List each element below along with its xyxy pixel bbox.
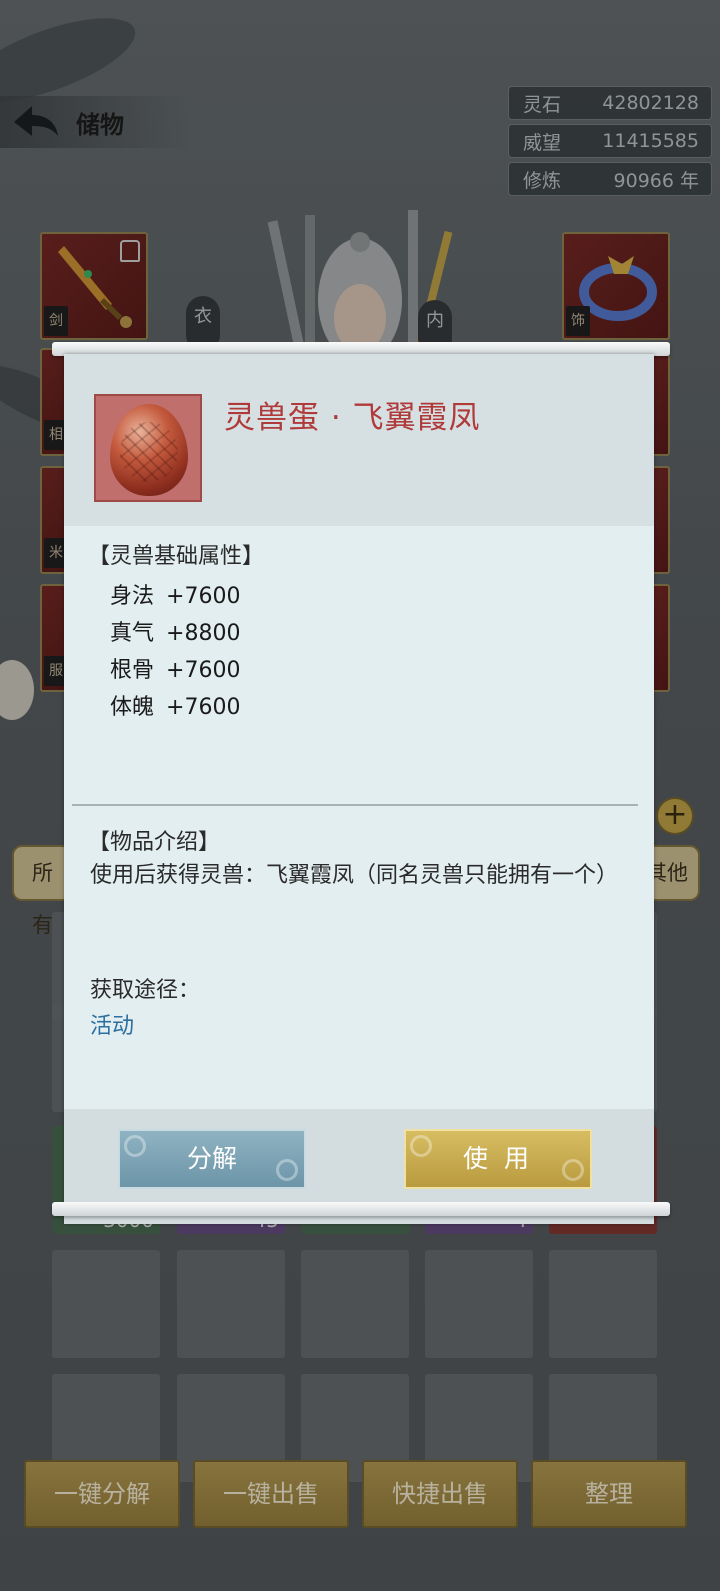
dialog-header: 灵兽蛋 · 飞翼霞凤 — [64, 354, 654, 526]
scroll-rod-bottom — [52, 1202, 670, 1216]
attribute-name: 体魄 — [110, 695, 155, 720]
decompose-button[interactable]: 分解 — [118, 1129, 306, 1189]
intro-section-title: 【物品介绍】 — [88, 830, 221, 855]
attribute-value: +7600 — [166, 584, 241, 609]
cloud-ornament-icon — [562, 1159, 584, 1181]
item-description: 使用后获得灵兽：飞翼霞凤（同名灵兽只能拥有一个） — [90, 863, 619, 888]
item-name: 灵兽蛋 · 飞翼霞凤 — [224, 400, 481, 436]
attribute-value: +7600 — [166, 658, 241, 683]
decompose-button-label: 分解 — [186, 1144, 237, 1173]
attribute-name: 身法 — [110, 584, 155, 609]
cloud-ornament-icon — [276, 1159, 298, 1181]
attribute-row: 身法 +7600 — [110, 578, 240, 610]
cloud-ornament-icon — [124, 1135, 146, 1157]
source-link[interactable]: 活动 — [90, 1008, 134, 1040]
attribute-name: 根骨 — [110, 658, 155, 683]
use-button[interactable]: 使 用 — [404, 1129, 592, 1189]
item-icon-frame — [94, 394, 202, 502]
attribute-row: 体魄 +7600 — [110, 689, 240, 721]
attribute-section-title: 【灵兽基础属性】 — [88, 544, 265, 569]
section-divider — [72, 804, 638, 806]
attribute-value: +8800 — [166, 621, 241, 646]
attribute-row: 真气 +8800 — [110, 615, 240, 647]
source-label: 获取途径： — [90, 978, 201, 1003]
item-detail-dialog: 灵兽蛋 · 飞翼霞凤 【灵兽基础属性】 身法 +7600 真气 +8800 根骨 +7… — [64, 354, 654, 1224]
attribute-row: 根骨 +7600 — [110, 652, 240, 684]
attribute-name: 真气 — [110, 621, 155, 646]
egg-icon — [110, 404, 188, 496]
attribute-value: +7600 — [166, 695, 241, 720]
use-button-label: 使 用 — [463, 1144, 533, 1173]
cloud-ornament-icon — [410, 1135, 432, 1157]
